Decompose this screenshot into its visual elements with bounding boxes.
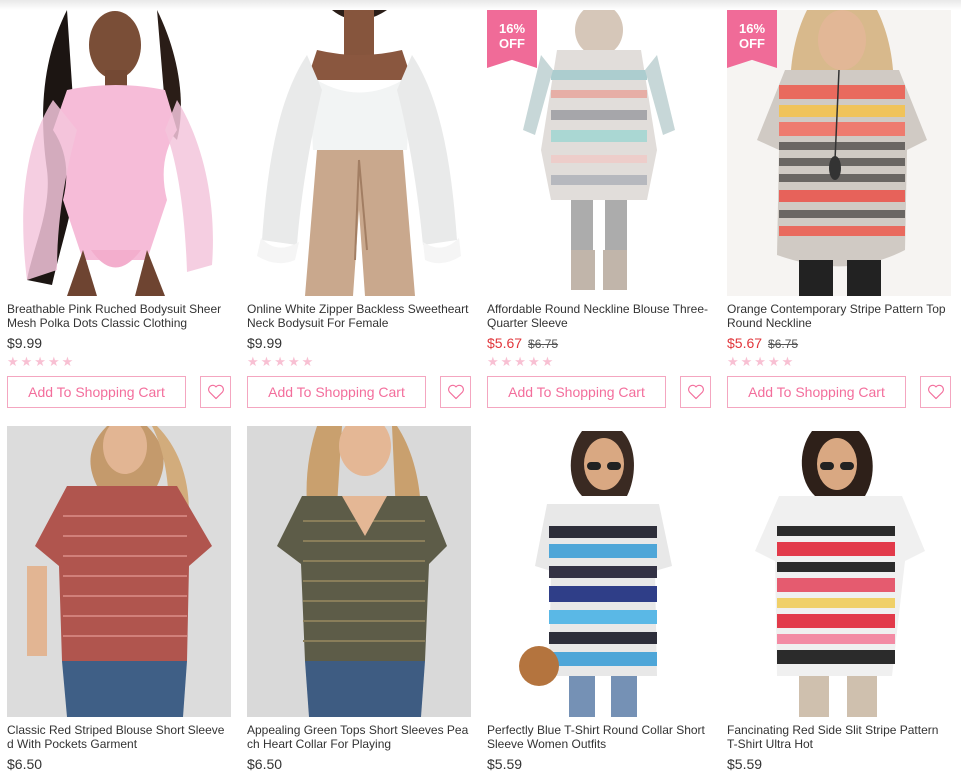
card-actions: Add To Shopping Cart [487, 376, 717, 408]
product-image[interactable] [7, 10, 231, 296]
add-to-cart-button[interactable]: Add To Shopping Cart [727, 376, 906, 408]
green-top-photo [247, 426, 471, 717]
product-card: Fancinating Red Side Slit Stripe Pattern… [727, 426, 957, 773]
price-row: $5.59 [487, 755, 717, 773]
product-card: Online White Zipper Backless Sweetheart … [247, 10, 477, 408]
product-price: $5.59 [487, 756, 523, 772]
product-title[interactable]: Breathable Pink Ruched Bodysuit Sheer Me… [7, 302, 231, 330]
product-price: $5.59 [727, 756, 763, 772]
add-to-cart-button[interactable]: Add To Shopping Cart [487, 376, 666, 408]
product-image[interactable] [487, 426, 711, 717]
product-image[interactable]: 16% OFF [727, 10, 951, 296]
product-price: $6.50 [247, 756, 283, 772]
heart-outline-icon [927, 384, 944, 400]
rating-stars: ★★★★★ [727, 354, 796, 369]
product-grid: Breathable Pink Ruched Bodysuit Sheer Me… [0, 0, 961, 774]
price-row: $6.50 [7, 755, 237, 773]
card-actions: Add To Shopping Cart [7, 376, 237, 408]
product-image[interactable] [247, 10, 471, 296]
blue-tshirt-photo [487, 426, 711, 717]
product-price: $9.99 [7, 335, 43, 351]
wishlist-button[interactable] [920, 376, 951, 408]
discount-badge: 16% OFF [487, 10, 537, 68]
add-to-cart-button[interactable]: Add To Shopping Cart [247, 376, 426, 408]
rating-stars: ★★★★★ [7, 354, 76, 369]
wishlist-button[interactable] [680, 376, 711, 408]
price-row: $5.67 $6.75 [727, 334, 957, 352]
discount-off: OFF [499, 36, 525, 51]
rating-stars: ★★★★★ [487, 354, 556, 369]
sale-price: $5.67 [727, 335, 763, 351]
price-row: $5.59 [727, 755, 957, 773]
product-title[interactable]: Affordable Round Neckline Blouse Three-Q… [487, 302, 711, 330]
product-card: Breathable Pink Ruched Bodysuit Sheer Me… [7, 10, 237, 408]
product-title[interactable]: Classic Red Striped Blouse Short Sleeve … [7, 723, 231, 751]
heart-outline-icon [207, 384, 224, 400]
product-card: 16% OFF Affordable Round Neckline Blouse… [487, 10, 717, 408]
rating-stars: ★★★★★ [247, 354, 316, 369]
card-actions: Add To Shopping Cart [727, 376, 957, 408]
product-image[interactable]: 16% OFF [487, 10, 711, 296]
discount-percent: 16% [738, 21, 766, 36]
product-price: $6.50 [7, 756, 43, 772]
product-title[interactable]: Orange Contemporary Stripe Pattern Top R… [727, 302, 951, 330]
red-striped-blouse-photo [7, 426, 231, 717]
original-price: $6.75 [768, 337, 799, 351]
price-row: $6.50 [247, 755, 477, 773]
product-card: Classic Red Striped Blouse Short Sleeve … [7, 426, 237, 773]
product-title[interactable]: Perfectly Blue T-Shirt Round Collar Shor… [487, 723, 711, 751]
pink-bodysuit-photo [7, 10, 231, 296]
card-actions: Add To Shopping Cart [247, 376, 477, 408]
product-price: $9.99 [247, 335, 283, 351]
price-row: $9.99 [7, 334, 237, 352]
product-title[interactable]: Fancinating Red Side Slit Stripe Pattern… [727, 723, 951, 751]
product-card: Appealing Green Tops Short Sleeves Pea c… [247, 426, 477, 773]
wishlist-button[interactable] [200, 376, 231, 408]
product-image[interactable] [247, 426, 471, 717]
discount-percent: 16% [498, 21, 526, 36]
heart-outline-icon [447, 384, 464, 400]
product-card: 16% OFF Orange Contemporary Stripe Patte… [727, 10, 957, 408]
product-card: Perfectly Blue T-Shirt Round Collar Shor… [487, 426, 717, 773]
red-stripe-tshirt-photo [727, 426, 951, 717]
price-row: $9.99 [247, 334, 477, 352]
wishlist-button[interactable] [440, 376, 471, 408]
discount-badge: 16% OFF [727, 10, 777, 68]
heart-outline-icon [687, 384, 704, 400]
white-bodysuit-photo [247, 10, 471, 296]
discount-off: OFF [739, 36, 765, 51]
product-image[interactable] [727, 426, 951, 717]
add-to-cart-button[interactable]: Add To Shopping Cart [7, 376, 186, 408]
product-title[interactable]: Online White Zipper Backless Sweetheart … [247, 302, 471, 330]
product-image[interactable] [7, 426, 231, 717]
price-row: $5.67 $6.75 [487, 334, 717, 352]
sale-price: $5.67 [487, 335, 523, 351]
original-price: $6.75 [528, 337, 559, 351]
header-shadow [0, 0, 961, 10]
product-title[interactable]: Appealing Green Tops Short Sleeves Pea c… [247, 723, 471, 751]
